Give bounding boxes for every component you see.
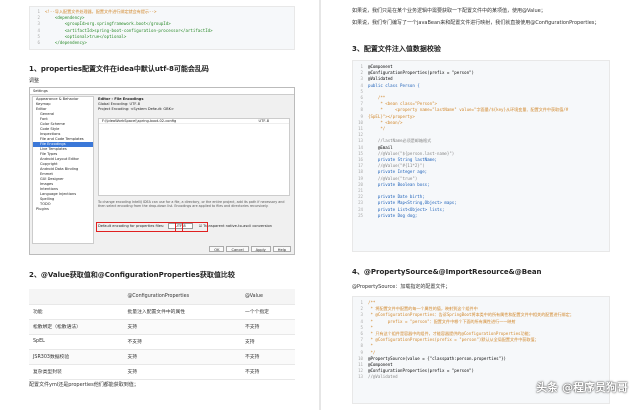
table-cell: SpEL <box>29 334 124 350</box>
code-line: 25 private Dog dog; <box>358 212 418 218</box>
left-page: 1 <!--导入配置文件处理器，配置文件进行绑定就会有提示--> 2 <depend… <box>0 0 319 410</box>
comparison-table: @ConfigurationProperties @Value 功能 批量注入配置文件… <box>29 289 295 380</box>
sidebar-item[interactable]: Plugins <box>33 207 93 212</box>
encoding-grid: F:\\ideaWorkSpace\\spring-boot-02-config… <box>98 118 290 196</box>
table-row: 功能 批量注入配置文件中的属性 一个个指定 <box>29 304 295 320</box>
table-cell: 支持 <box>240 334 295 350</box>
value-usage-text: 如果说，我们只是在某个业务逻辑中需要获取一下配置文件中的某项值，使用@Value… <box>352 8 546 14</box>
settings-sidebar: Appearance & Behavior Keymap Editor General… <box>32 96 94 244</box>
table-cell: 不支持 <box>240 319 295 335</box>
adjust-text: 调整 <box>29 78 40 84</box>
config-usage-text: 如果说，我们专门编写了一个javaBean来和配置文件进行映射，我们就直接使用@… <box>352 20 600 26</box>
right-page: 如果说，我们只是在某个业务逻辑中需要获取一下配置文件中的某项值，使用@Value… <box>321 0 640 410</box>
heading-encoding: 1、properties配置文件在idea中默认utf-8可能会乱码 <box>29 65 209 73</box>
table-cell: 批量注入配置文件中的属性 <box>123 304 241 320</box>
grid-row: F:\\ideaWorkSpace\\spring-boot-02-config… <box>99 119 289 124</box>
table-cell: 复杂类型封装 <box>29 364 124 380</box>
table-header: @Value <box>240 289 295 305</box>
table-cell: 支持 <box>123 319 241 335</box>
code-block-person: 1 @Component 2 @ConfigurationProperties(pre… <box>352 60 610 252</box>
dialog-title: Settings <box>30 88 294 95</box>
dialog-buttons: OK Cancel Apply Help <box>207 246 291 252</box>
highlight-box <box>96 222 208 232</box>
table-cell: 不支持 <box>240 364 295 380</box>
table-cell: 一个个指定 <box>240 304 295 320</box>
table-row: 复杂类型封装 支持 不支持 <box>29 364 295 380</box>
table-header: @ConfigurationProperties <box>123 289 241 305</box>
table-header <box>29 289 124 305</box>
code-line: 6 </dependency> <box>37 40 87 46</box>
table-cell: 支持 <box>123 364 241 380</box>
table-cell: 不支持 <box>240 349 295 365</box>
table-cell: 功能 <box>29 304 124 320</box>
table-cell: 支持 <box>123 349 241 365</box>
code-block-dependency: 1 <!--导入配置文件处理器，配置文件进行绑定就会有提示--> 2 <depend… <box>29 6 295 50</box>
watermark: 头条 @程序员狗哥 <box>536 381 628 394</box>
table-row: 松散绑定（松散语法） 支持 不支持 <box>29 319 295 335</box>
yml-note: 配置文件yml还是properties他们都能获取到值； <box>29 382 139 388</box>
table-row: JSR303数据校验 支持 不支持 <box>29 349 295 365</box>
table-cell: JSR303数据校验 <box>29 349 124 365</box>
heading-validation: 3、配置文件注入值数据校验 <box>352 45 441 53</box>
property-source-text: @PropertySource：加载指定的配置文件； <box>352 284 451 290</box>
encoding-note: To change encoding IntelliJ IDEA can use… <box>98 200 285 208</box>
highlight-box-checkbox <box>175 222 183 232</box>
heading-value-compare: 2、@Value获取值和@ConfigurationProperties获取值比… <box>29 271 235 279</box>
settings-main: Editor › File Encodings Global Encoding:… <box>96 96 292 244</box>
heading-property-source: 4、@PropertySource&@ImportResource&@Bean <box>352 268 542 276</box>
project-encoding: Project Encoding: <System Default: GBK> <box>98 107 175 111</box>
table-cell: 不支持 <box>123 334 241 350</box>
table-row: SpEL 不支持 支持 <box>29 334 295 350</box>
settings-dialog-screenshot: Settings Appearance & Behavior Keymap Edit… <box>29 87 295 255</box>
table-cell: 松散绑定（松散语法） <box>29 319 124 335</box>
